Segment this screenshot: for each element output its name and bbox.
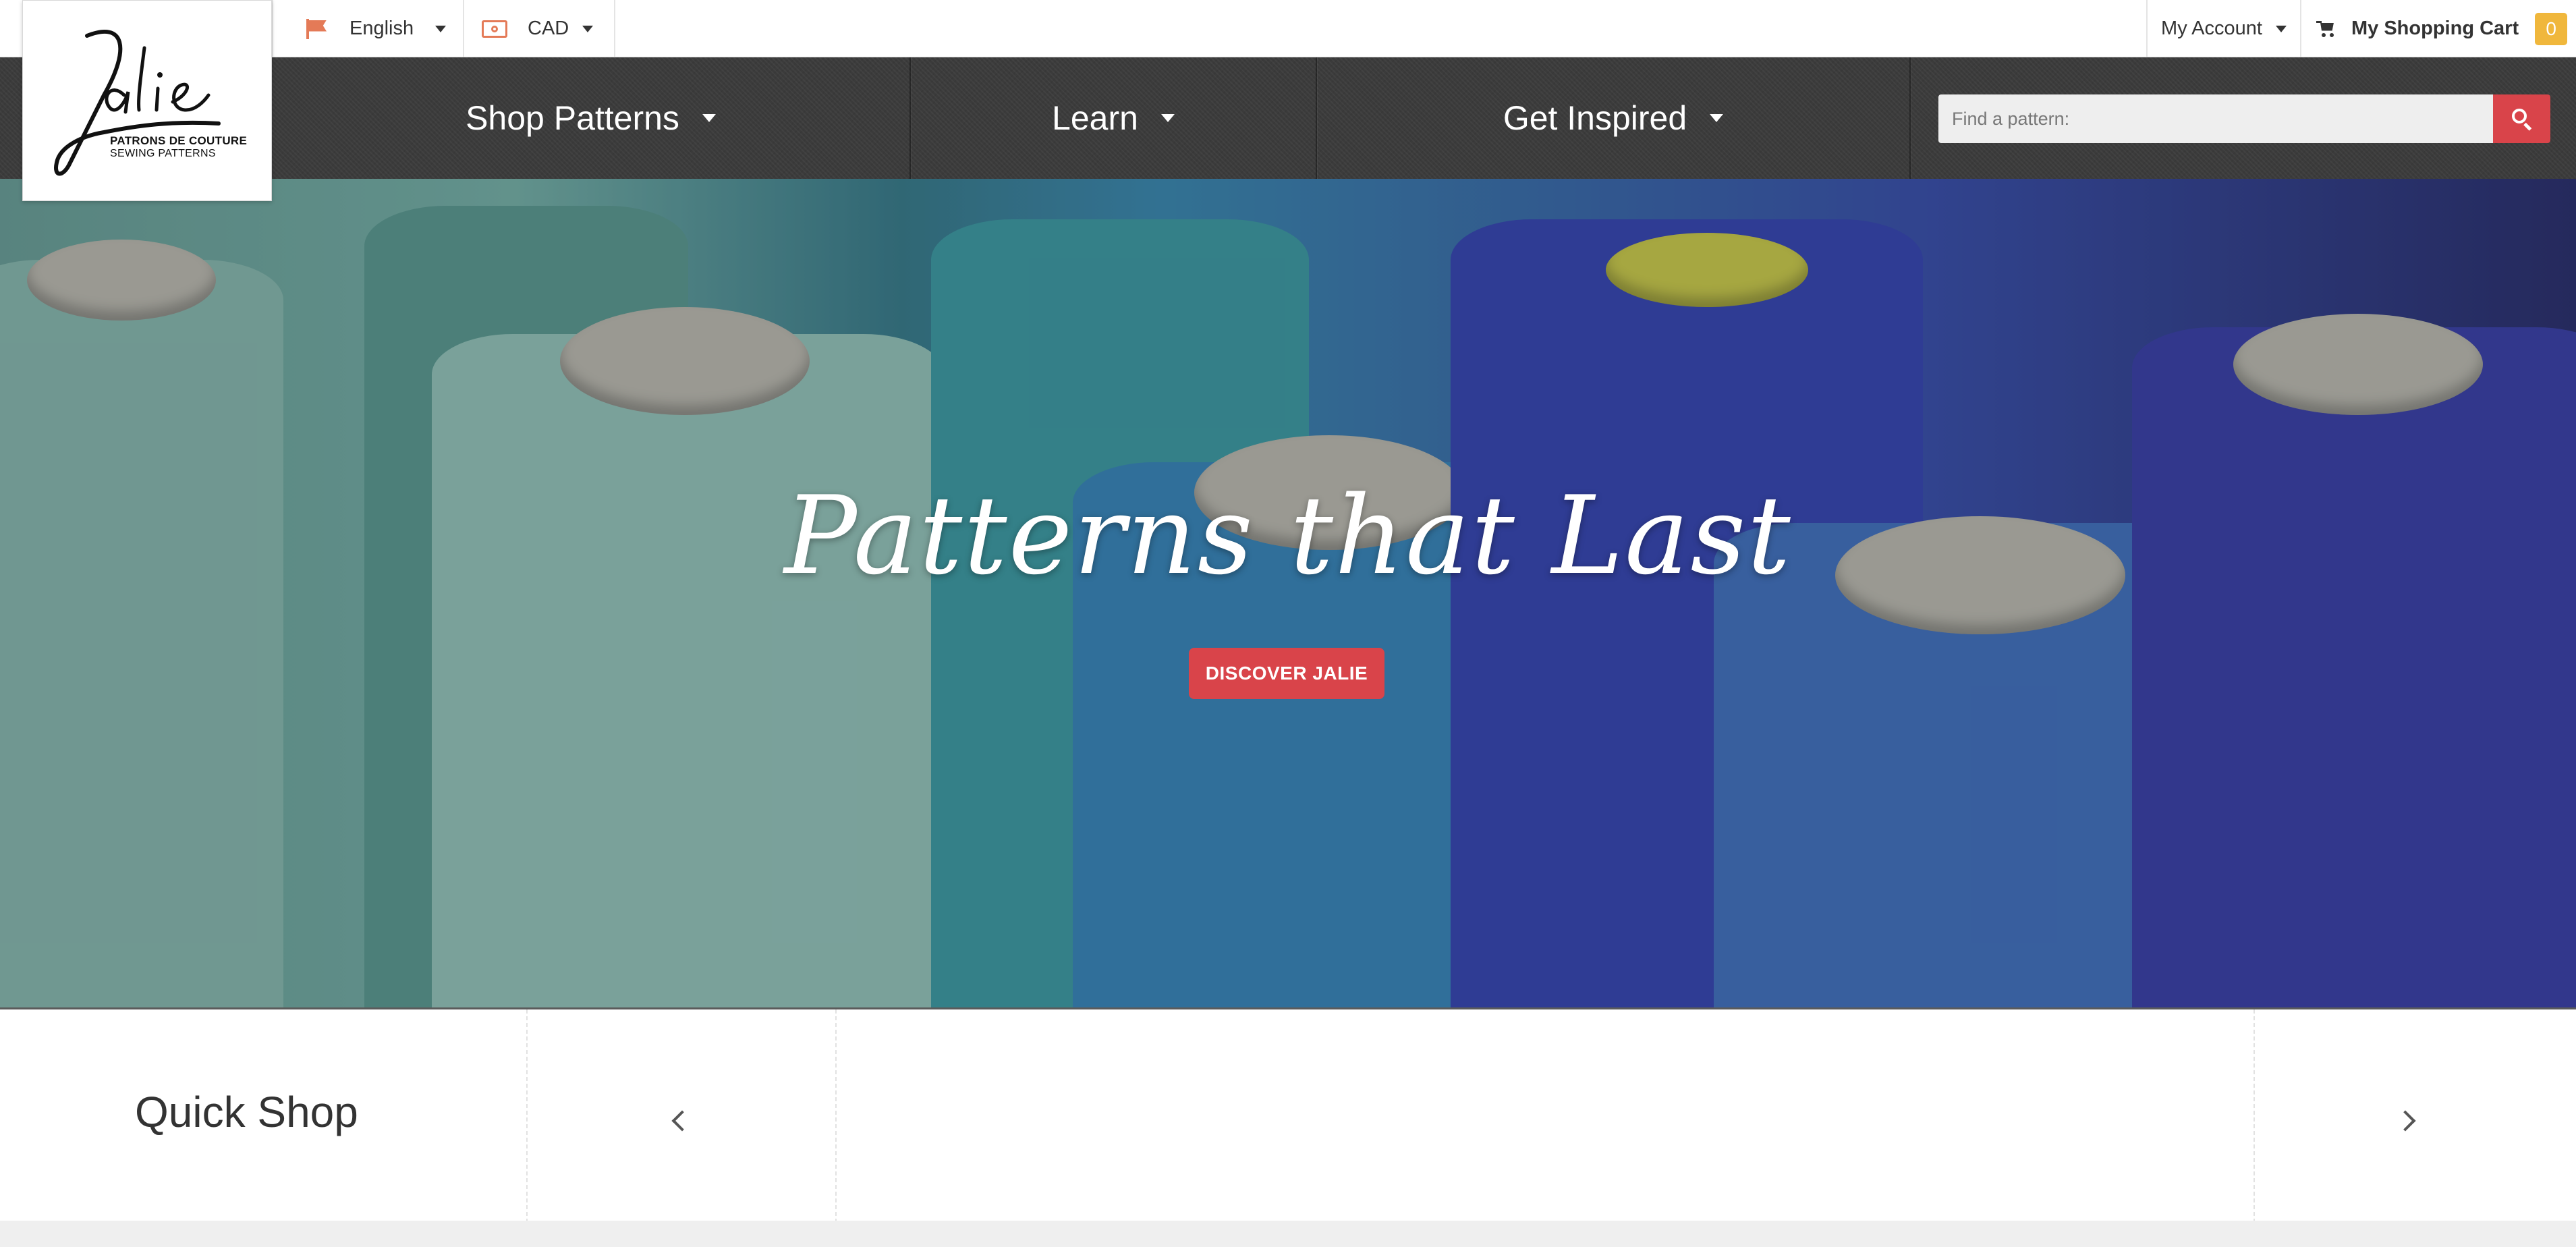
column-divider — [2253, 1009, 2255, 1223]
nav-label: Get Inspired — [1503, 99, 1687, 137]
nav-divider — [1909, 57, 1911, 179]
language-selector[interactable]: English — [272, 0, 464, 57]
nav-shop-patterns[interactable]: Shop Patterns — [272, 57, 909, 179]
discover-jalie-button[interactable]: DISCOVER JALIE — [1189, 648, 1384, 699]
logo-tagline-fr: PATRONS DE COUTURE — [110, 134, 248, 147]
flag-icon — [305, 18, 328, 39]
money-icon — [482, 20, 507, 38]
my-account-menu[interactable]: My Account — [2146, 0, 2301, 57]
currency-label: CAD — [528, 18, 569, 39]
nav-label: Learn — [1052, 99, 1138, 137]
my-account-label: My Account — [2161, 18, 2262, 39]
column-divider — [526, 1009, 528, 1223]
column-divider — [835, 1009, 837, 1223]
chevron-down-icon — [1710, 114, 1724, 122]
page-footer-band — [0, 1221, 2576, 1247]
site-logo[interactable]: PATRONS DE COUTURE SEWING PATTERNS — [22, 0, 272, 201]
quick-shop-title: Quick Shop — [135, 1088, 358, 1136]
jalie-wordmark — [54, 30, 221, 176]
search-input[interactable] — [1938, 94, 2493, 143]
language-label: English — [349, 18, 414, 39]
chevron-down-icon — [1160, 114, 1175, 122]
carousel-prev-icon[interactable] — [667, 1104, 694, 1144]
chevron-down-icon — [582, 25, 594, 32]
nav-learn[interactable]: Learn — [911, 57, 1316, 179]
chevron-down-icon — [2275, 25, 2287, 32]
nav-get-inspired[interactable]: Get Inspired — [1317, 57, 1909, 179]
cart-count-badge: 0 — [2535, 12, 2568, 45]
search-button[interactable] — [2493, 94, 2550, 143]
shopping-cart-label: My Shopping Cart — [2351, 18, 2519, 39]
nav-label: Shop Patterns — [466, 99, 679, 137]
logo-tagline-en: SEWING PATTERNS — [110, 148, 216, 159]
cart-icon — [2316, 20, 2335, 37]
chevron-down-icon — [702, 114, 716, 122]
search-icon — [2511, 109, 2532, 131]
currency-selector[interactable]: CAD — [464, 0, 615, 57]
hero-banner: Patterns that Last DISCOVER JALIE — [0, 179, 2576, 1007]
quick-shop-section: Quick Shop — [0, 1007, 2576, 1223]
carousel-next-icon[interactable] — [2395, 1104, 2422, 1144]
shopping-cart-link[interactable]: My Shopping Cart 0 — [2303, 0, 2576, 57]
hero-title: Patterns that Last — [784, 472, 1792, 599]
top-utility-bar: English CAD My Account My Shopping Cart … — [0, 0, 2576, 57]
chevron-down-icon — [435, 25, 447, 32]
